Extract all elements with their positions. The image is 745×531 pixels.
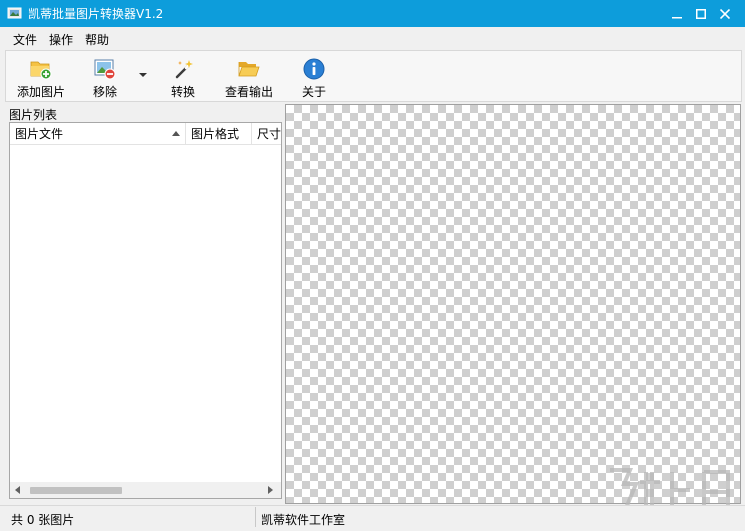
app-icon [7, 7, 22, 19]
status-bar [0, 505, 745, 531]
menu-file[interactable]: 文件 [13, 31, 37, 48]
open-folder-icon [238, 62, 260, 77]
minimize-button[interactable] [665, 0, 689, 27]
scroll-left-icon[interactable] [14, 485, 22, 495]
menu-help[interactable]: 帮助 [85, 31, 109, 48]
add-folder-icon [30, 61, 52, 80]
menu-operation[interactable]: 操作 [49, 31, 73, 48]
column-header-format-label: 图片格式 [191, 127, 240, 141]
menu-bar: 文件 操作 帮助 [0, 27, 745, 49]
view-output-label: 查看输出 [224, 85, 273, 99]
sort-up-icon [172, 131, 180, 136]
minimize-icon [672, 16, 682, 18]
maximize-button[interactable] [689, 0, 713, 27]
image-list[interactable] [9, 122, 282, 499]
add-image-label: 添加图片 [16, 85, 65, 99]
column-header-file[interactable]: 图片文件 [10, 123, 186, 145]
title-bar: 凯蒂批量图片转换器V1.2 [0, 0, 745, 27]
image-preview [285, 104, 741, 504]
status-separator [255, 507, 256, 527]
image-count-status: 共 0 张图片 [11, 513, 75, 527]
column-header-file-label: 图片文件 [15, 127, 64, 141]
about-label: 关于 [301, 85, 326, 99]
column-header-size[interactable]: 尺寸 [252, 123, 281, 145]
window-title: 凯蒂批量图片转换器V1.2 [28, 7, 164, 21]
remove-image-icon [94, 59, 116, 80]
image-list-title: 图片列表 [9, 108, 58, 122]
convert-button[interactable]: 转换 [163, 51, 203, 101]
close-icon [720, 8, 730, 19]
about-button[interactable]: 关于 [296, 51, 332, 101]
company-status: 凯蒂软件工作室 [261, 513, 346, 527]
scrollbar-thumb[interactable] [30, 487, 122, 494]
info-icon [303, 58, 325, 80]
column-header-size-label: 尺寸 [257, 127, 281, 141]
column-header-format[interactable]: 图片格式 [186, 123, 252, 145]
remove-dropdown[interactable] [137, 69, 149, 81]
view-output-button[interactable]: 查看输出 [221, 51, 277, 101]
close-button[interactable] [713, 0, 737, 27]
scroll-right-icon[interactable] [266, 485, 274, 495]
remove-button[interactable]: 移除 [83, 51, 127, 101]
maximize-icon [696, 8, 706, 19]
dropdown-arrow-icon [139, 73, 147, 77]
add-image-button[interactable]: 添加图片 [11, 51, 71, 101]
magic-wand-icon [175, 60, 193, 79]
convert-label: 转换 [170, 85, 195, 99]
remove-label: 移除 [92, 85, 117, 99]
